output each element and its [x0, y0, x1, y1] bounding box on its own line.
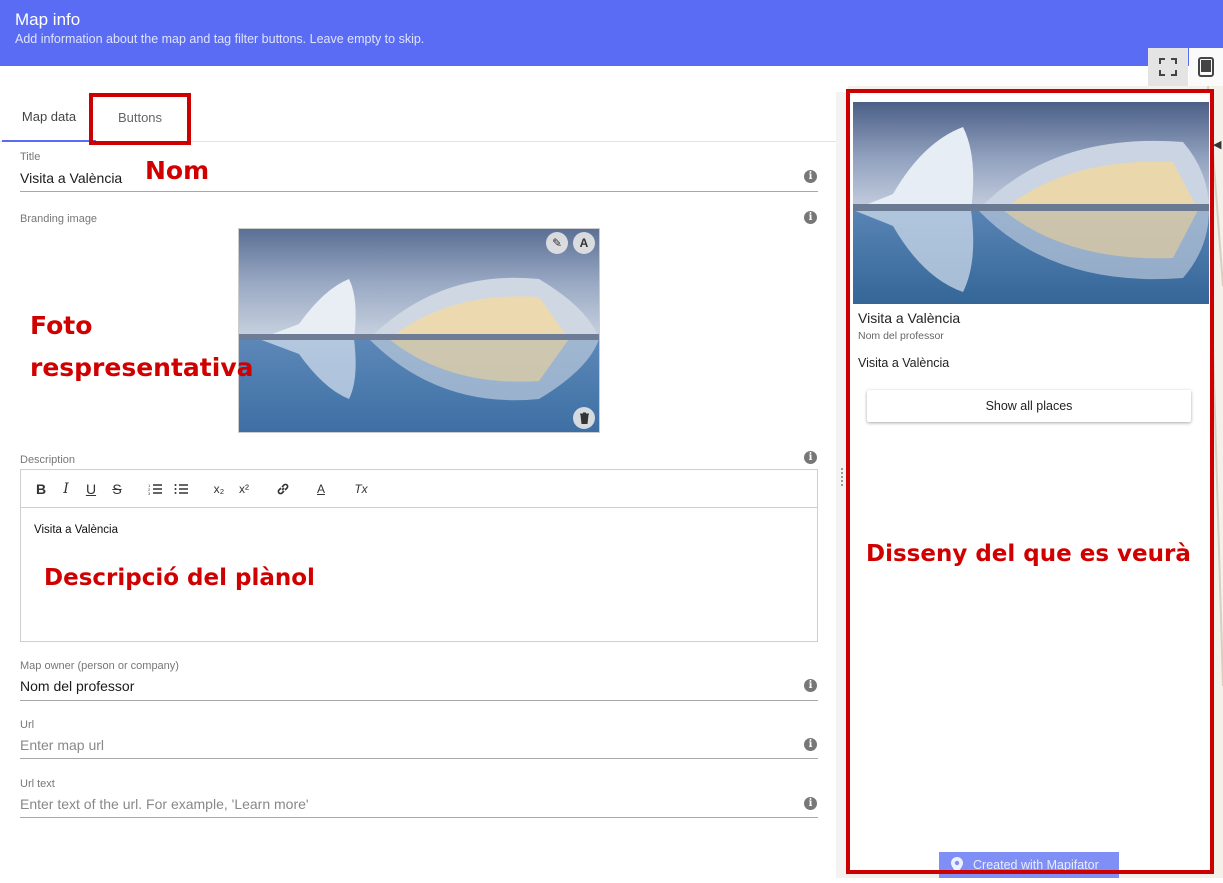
info-icon[interactable]: i	[804, 679, 817, 692]
clear-format-button[interactable]: Tx	[351, 479, 371, 499]
info-icon[interactable]: i	[804, 451, 817, 464]
url-input[interactable]: Enter map url	[20, 737, 104, 753]
subscript-button[interactable]: x₂	[209, 479, 229, 499]
superscript-button[interactable]: x²	[234, 479, 254, 499]
info-icon[interactable]: i	[804, 797, 817, 810]
alt-text-icon: A	[579, 236, 589, 250]
description-label: Description	[20, 454, 76, 466]
url-text-input[interactable]: Enter text of the url. For example, 'Lea…	[20, 796, 309, 812]
underline-button[interactable]: U	[81, 479, 101, 499]
description-text[interactable]: Visita a València	[34, 524, 118, 536]
bullet-list-button[interactable]	[171, 479, 191, 499]
annotation-nom: Nom	[145, 156, 210, 185]
tab-map-data[interactable]: Map data	[2, 92, 96, 142]
text-color-button[interactable]: A	[311, 479, 331, 499]
annotation-box-buttons	[89, 93, 191, 145]
title-input[interactable]: Visita a València	[20, 170, 122, 186]
trash-icon	[579, 412, 589, 424]
title-underline	[20, 191, 818, 192]
tablet-view-toggle-button[interactable]	[1189, 48, 1223, 86]
url-underline	[20, 758, 818, 759]
alt-text-button[interactable]: A	[573, 232, 595, 254]
owner-label: Map owner (person or company)	[20, 660, 179, 672]
info-icon[interactable]: i	[804, 170, 817, 183]
svg-text:3: 3	[148, 491, 151, 495]
owner-input[interactable]: Nom del professor	[20, 678, 134, 694]
ordered-list-icon: 123	[148, 483, 162, 495]
annotation-respresentativa: respresentativa	[30, 353, 254, 382]
pencil-icon: ✎	[551, 236, 563, 250]
drag-handle-icon[interactable]	[841, 468, 843, 486]
collapse-arrow-icon[interactable]: ◀	[1213, 138, 1221, 151]
tablet-icon	[1198, 57, 1214, 77]
annotation-descripcio: Descripció del plànol	[44, 565, 315, 591]
edit-image-button[interactable]: ✎	[546, 232, 568, 254]
description-editor[interactable]: B I U S 123 x₂ x² A Tx Visita a València	[20, 469, 818, 642]
city-of-arts-photo	[239, 229, 599, 432]
bold-button[interactable]: B	[31, 479, 51, 499]
ordered-list-button[interactable]: 123	[145, 479, 165, 499]
annotation-foto: Foto	[30, 311, 93, 340]
url-text-label: Url text	[20, 778, 55, 790]
fullscreen-toggle-button[interactable]	[1148, 48, 1188, 86]
editor-toolbar: B I U S 123 x₂ x² A Tx	[21, 470, 817, 508]
page-header: Map info Add information about the map a…	[0, 0, 1223, 66]
italic-button[interactable]: I	[56, 479, 76, 499]
url-label: Url	[20, 719, 35, 731]
fullscreen-icon	[1159, 58, 1177, 76]
url-text-underline	[20, 817, 818, 818]
annotation-disseny: Disseny del que es veurà	[866, 541, 1191, 567]
link-button[interactable]	[273, 479, 293, 499]
title-label: Title	[20, 151, 41, 163]
owner-underline	[20, 700, 818, 701]
branding-image[interactable]: ✎ A	[238, 228, 600, 433]
bullet-list-icon	[174, 484, 188, 494]
branding-image-label: Branding image	[20, 213, 98, 225]
page-subtitle: Add information about the map and tag fi…	[15, 32, 425, 46]
strikethrough-button[interactable]: S	[107, 479, 127, 499]
delete-image-button[interactable]	[573, 407, 595, 429]
info-icon[interactable]: i	[804, 211, 817, 224]
info-icon[interactable]: i	[804, 738, 817, 751]
annotation-box-preview	[846, 89, 1214, 874]
link-icon	[277, 483, 289, 495]
page-title: Map info	[15, 10, 81, 29]
